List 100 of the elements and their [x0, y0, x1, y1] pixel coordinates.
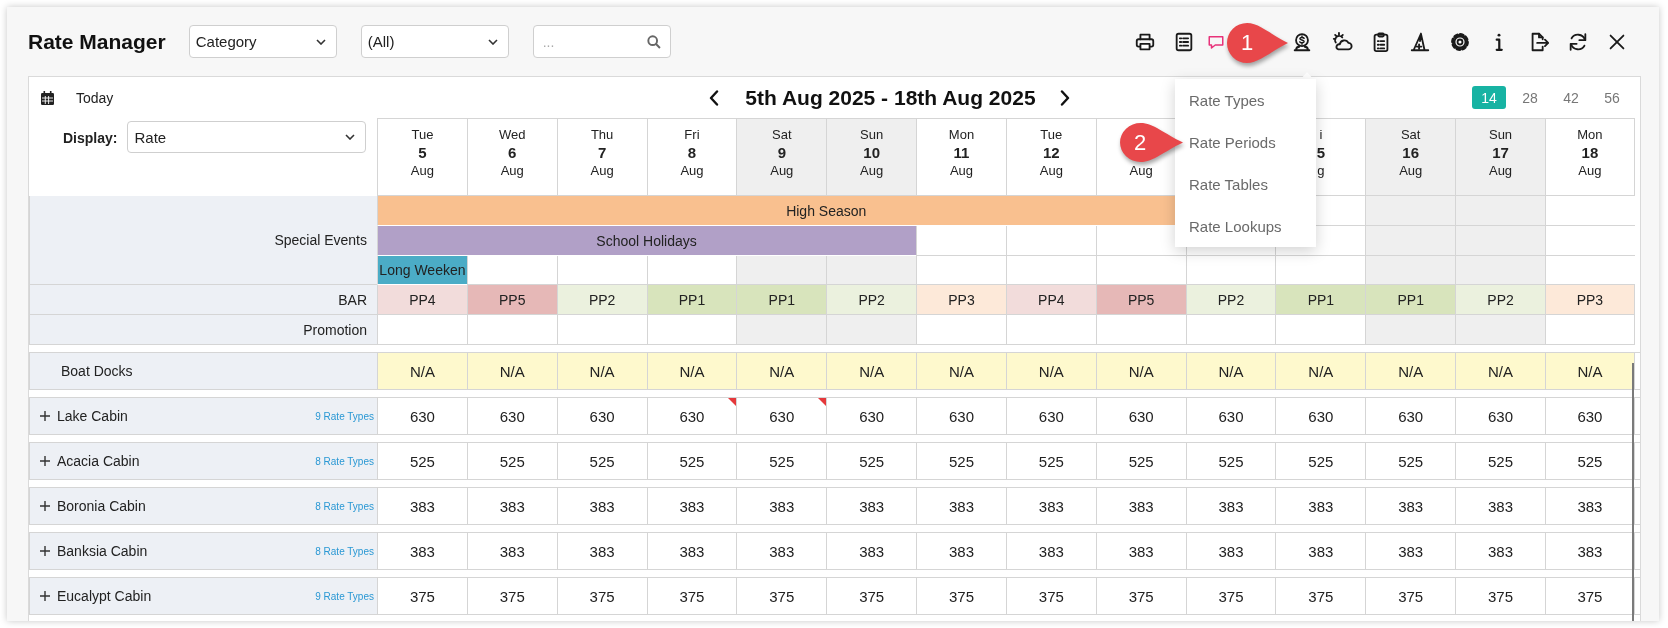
rate-cell[interactable]: N/A — [556, 353, 647, 389]
month-label: Aug — [590, 162, 614, 180]
event-day-cell[interactable] — [377, 196, 467, 226]
room-name: Lake Cabin — [57, 408, 128, 424]
page-size-button[interactable]: 42 — [1554, 86, 1588, 109]
menu-item[interactable]: Rate Types — [1175, 79, 1316, 121]
rate-cell[interactable]: N/A — [826, 353, 917, 389]
weekday-label: Sun — [860, 126, 884, 144]
rate-cell[interactable]: N/A — [1095, 353, 1186, 389]
display-label: Display: — [63, 130, 118, 146]
display-select[interactable]: Rate — [127, 121, 367, 153]
day-number: 10 — [863, 144, 880, 162]
day-number: 16 — [1402, 144, 1420, 162]
day-number: 8 — [687, 144, 697, 162]
rate-cell[interactable]: N/A — [1455, 353, 1545, 389]
rate-cell[interactable]: N/A — [1185, 353, 1276, 389]
rate-cell[interactable]: 383 — [1544, 533, 1635, 569]
rate-cell[interactable]: N/A — [1275, 353, 1366, 389]
search-field[interactable]: ... — [532, 25, 671, 58]
filter-select[interactable]: Category — [188, 25, 337, 58]
row-label: Special Events — [29, 196, 377, 285]
filter-select[interactable]: (All) — [360, 25, 509, 58]
chat-icon[interactable] — [1206, 33, 1225, 50]
rate-period-cell: PP5 — [1095, 285, 1186, 315]
today-button[interactable]: Today — [76, 89, 114, 106]
menu-item[interactable]: Rate Lookups — [1175, 205, 1316, 247]
day-number: 17 — [1492, 144, 1509, 162]
step-callout: 2 — [1119, 122, 1183, 163]
rate-cell[interactable]: 630 — [646, 398, 737, 434]
rate-cell[interactable]: N/A — [736, 353, 827, 389]
chevron-down-icon — [315, 38, 326, 45]
tent-icon[interactable] — [1409, 30, 1432, 53]
rate-period-cell: PP1 — [1275, 285, 1366, 315]
rate-period-cell: PP2 — [556, 285, 647, 315]
page-size-button[interactable]: 28 — [1513, 86, 1547, 109]
event-name: High Season — [786, 203, 867, 219]
event-day-cell[interactable] — [377, 226, 467, 256]
rate-cell[interactable]: N/A — [916, 353, 1006, 389]
calendar-icon[interactable] — [41, 90, 54, 105]
month-label: Aug — [1578, 162, 1602, 180]
plus-icon[interactable] — [40, 501, 50, 511]
event-day-cell[interactable]: Long Weeken — [377, 256, 467, 285]
room-name: Boronia Cabin — [57, 498, 146, 514]
rate-cell[interactable]: 375 — [1544, 578, 1635, 614]
chevron-down-icon — [345, 134, 356, 140]
day-number: 6 — [508, 144, 517, 162]
plus-icon[interactable] — [40, 411, 50, 421]
weekday-label: Fri — [684, 126, 700, 144]
corner-flag-icon — [728, 398, 737, 406]
rate-cell[interactable]: N/A — [466, 353, 557, 389]
month-label: Aug — [949, 162, 974, 180]
month-label: Aug — [680, 162, 704, 180]
rate-period-cell: PP4 — [377, 285, 467, 315]
day-number: 18 — [1581, 144, 1599, 162]
weekday-label: Mon — [948, 126, 975, 144]
month-label: Aug — [1039, 162, 1063, 180]
sun-cloud-icon[interactable] — [1330, 30, 1353, 53]
rate-period-cell: PP4 — [1005, 285, 1096, 315]
month-label: Aug — [770, 162, 794, 180]
settings-icon[interactable] — [1448, 30, 1471, 53]
plus-icon[interactable] — [40, 456, 50, 466]
corner-flag-icon — [818, 398, 827, 406]
chevron-left-icon[interactable] — [709, 89, 720, 106]
rate-cell[interactable]: N/A — [1005, 353, 1096, 389]
day-number: 11 — [953, 144, 970, 162]
rate-cell[interactable]: N/A — [646, 353, 737, 389]
rate-period-cell: PP2 — [826, 285, 917, 315]
day-number: 7 — [597, 144, 607, 162]
weekday-label: Wed — [499, 126, 526, 144]
rate-cell[interactable]: N/A — [1365, 353, 1456, 389]
month-label: Aug — [1129, 162, 1153, 180]
weekday-label: Tue — [1040, 126, 1063, 144]
rate-cell[interactable]: 630 — [1544, 398, 1635, 434]
chevron-right-icon[interactable] — [1059, 89, 1070, 106]
event-day-cell[interactable] — [826, 226, 917, 256]
menu-item[interactable]: Rate Tables — [1175, 163, 1316, 205]
rate-cell[interactable]: 525 — [1544, 443, 1635, 479]
plus-icon[interactable] — [40, 546, 50, 556]
rate-period-cell: PP5 — [466, 285, 557, 315]
month-label: Aug — [500, 162, 524, 180]
rate-period-cell: PP1 — [1365, 285, 1456, 315]
rate-cell[interactable]: 630 — [736, 398, 827, 434]
month-label: g — [1317, 162, 1325, 180]
rate-period-cell: PP2 — [1185, 285, 1276, 315]
row-header: Boat Docks — [29, 353, 377, 389]
rate-period-cell: PP3 — [1544, 285, 1635, 315]
page-title: Rate Manager — [28, 29, 166, 54]
rate-cell[interactable]: N/A — [1544, 353, 1635, 389]
rate-period-cell: PP2 — [1455, 285, 1545, 315]
rate-cell[interactable]: 383 — [1544, 488, 1635, 524]
rate-cell[interactable]: N/A — [377, 353, 467, 389]
weekday-label: Tue — [411, 126, 434, 144]
step-callout: 1 — [1226, 22, 1288, 64]
month-label: Aug — [1399, 162, 1423, 180]
page-size-button[interactable]: 56 — [1595, 86, 1629, 109]
event-name: School Holidays — [596, 233, 697, 249]
scrollbar[interactable] — [1632, 363, 1634, 621]
room-name: Eucalypt Cabin — [57, 588, 152, 604]
plus-icon[interactable] — [40, 591, 50, 601]
room-name: Banksia Cabin — [57, 543, 148, 559]
